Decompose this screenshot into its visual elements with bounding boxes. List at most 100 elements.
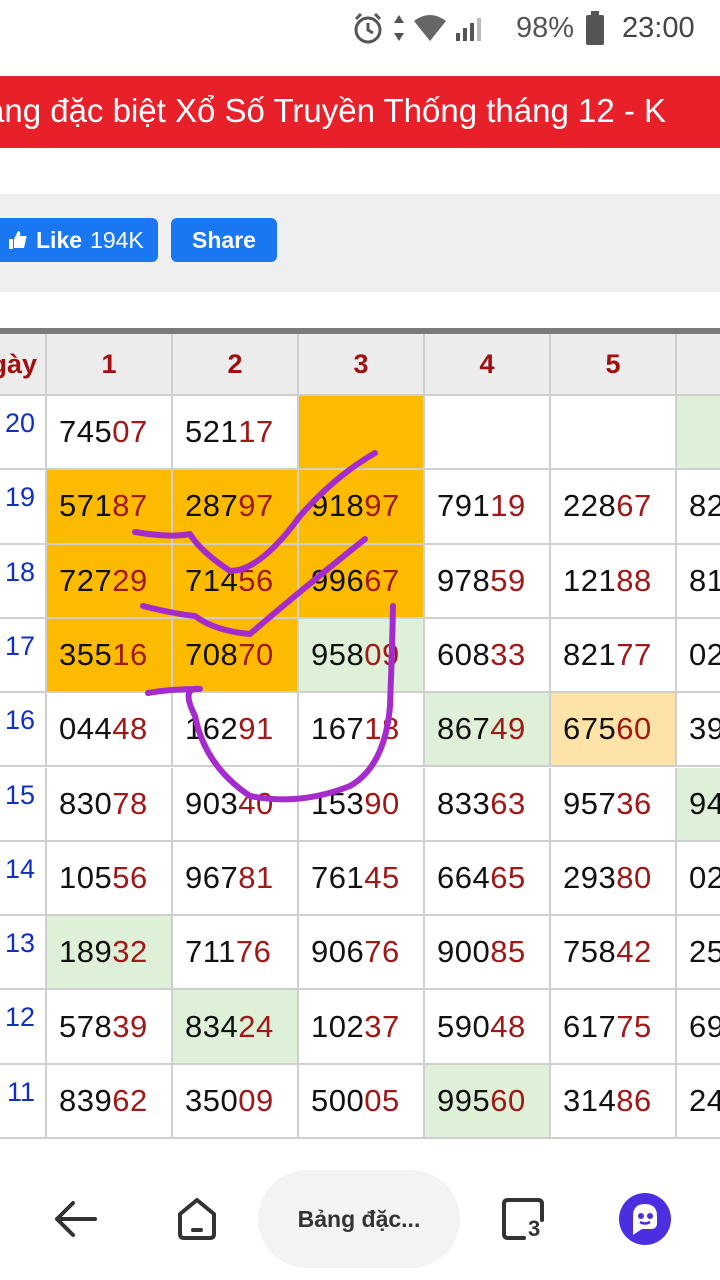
- current-tab-title-button[interactable]: Bảng đặc...: [258, 1170, 460, 1268]
- result-cell[interactable]: [299, 396, 425, 471]
- result-cell[interactable]: 958 09: [299, 618, 425, 694]
- result-cell[interactable]: 839 62: [47, 1064, 173, 1139]
- facebook-like-button[interactable]: Like 194K: [0, 218, 158, 262]
- result-cell[interactable]: 675 60: [551, 693, 677, 768]
- result-cell[interactable]: 102 37: [299, 990, 425, 1065]
- result-cell[interactable]: 727 29: [47, 544, 173, 619]
- alarm-icon: [354, 12, 382, 44]
- assistant-button[interactable]: [610, 1180, 680, 1258]
- result-cell[interactable]: 745 07: [47, 396, 173, 471]
- result-last-two-digits: 77: [616, 637, 652, 673]
- result-cell[interactable]: 761 45: [299, 841, 425, 917]
- result-cell[interactable]: 830 78: [47, 767, 173, 842]
- result-cell[interactable]: 791 19: [425, 470, 551, 545]
- result-cell[interactable]: 608 33: [425, 618, 551, 694]
- row-day-label: 13: [0, 916, 47, 991]
- result-cell[interactable]: 355 16: [47, 618, 173, 694]
- home-button[interactable]: [162, 1180, 232, 1258]
- result-last-two-digits: 09: [364, 637, 400, 673]
- back-button[interactable]: [40, 1180, 110, 1258]
- result-cell[interactable]: [677, 396, 720, 471]
- result-last-two-digits: 48: [112, 711, 148, 747]
- result-cell[interactable]: 590 48: [425, 990, 551, 1065]
- result-digits: 25: [689, 934, 720, 970]
- result-cell[interactable]: 350 09: [173, 1064, 299, 1139]
- result-cell[interactable]: 918 97: [299, 470, 425, 545]
- result-cell[interactable]: 571 87: [47, 470, 173, 545]
- result-cell[interactable]: 81: [677, 545, 720, 619]
- result-digits: 500: [311, 1082, 365, 1118]
- result-cell[interactable]: 708 70: [173, 618, 299, 694]
- result-digits: 571: [59, 488, 113, 524]
- facebook-share-button[interactable]: Share: [171, 218, 277, 262]
- result-cell[interactable]: 617 75: [551, 990, 677, 1065]
- result-digits: 350: [185, 1082, 239, 1118]
- result-digits: 957: [563, 785, 617, 821]
- result-digits: 590: [437, 1008, 491, 1044]
- result-last-two-digits: 56: [112, 859, 148, 895]
- tabs-button[interactable]: 3: [488, 1180, 558, 1258]
- row-day-label: 20: [0, 396, 47, 471]
- result-cell[interactable]: 153 90: [299, 767, 425, 842]
- result-cell[interactable]: [551, 396, 677, 471]
- result-digits: 664: [437, 859, 491, 895]
- result-cell[interactable]: 25: [677, 916, 720, 991]
- result-cell[interactable]: 044 48: [47, 693, 173, 768]
- result-cell[interactable]: 906 76: [299, 916, 425, 991]
- result-cell[interactable]: 94: [677, 767, 720, 842]
- result-cell[interactable]: 02: [677, 842, 720, 917]
- result-cell[interactable]: 121 88: [551, 544, 677, 619]
- result-cell[interactable]: 82: [677, 470, 720, 545]
- column-header-4: 4: [425, 334, 551, 396]
- result-cell[interactable]: 02: [677, 619, 720, 694]
- result-digits: 314: [563, 1082, 617, 1118]
- row-day-label: 14: [0, 841, 47, 917]
- result-last-two-digits: 16: [112, 637, 148, 673]
- result-cell[interactable]: 903 40: [173, 767, 299, 842]
- result-cell[interactable]: 967 81: [173, 841, 299, 917]
- result-cell[interactable]: 957 36: [551, 767, 677, 842]
- like-count: 194K: [90, 226, 144, 253]
- result-cell[interactable]: 162 91: [173, 693, 299, 768]
- result-cell[interactable]: 105 56: [47, 841, 173, 917]
- row-day-label: 12: [0, 990, 47, 1065]
- result-digits: 24: [689, 1082, 720, 1118]
- result-cell[interactable]: 578 39: [47, 990, 173, 1065]
- result-cell[interactable]: 167 18: [299, 693, 425, 768]
- result-cell[interactable]: 24: [677, 1065, 720, 1139]
- status-bar: 98% 23:00: [0, 0, 720, 56]
- result-cell[interactable]: 714 56: [173, 544, 299, 619]
- result-cell[interactable]: 664 65: [425, 841, 551, 917]
- result-cell[interactable]: 39: [677, 693, 720, 768]
- result-cell[interactable]: 293 80: [551, 841, 677, 917]
- column-header-2: 2: [173, 334, 299, 396]
- result-cell[interactable]: 995 60: [425, 1064, 551, 1139]
- result-cell[interactable]: 833 63: [425, 767, 551, 842]
- result-digits: 102: [311, 1008, 365, 1044]
- result-cell[interactable]: 500 05: [299, 1064, 425, 1139]
- result-last-two-digits: 19: [490, 488, 526, 524]
- result-cell[interactable]: 228 67: [551, 470, 677, 545]
- result-last-two-digits: 05: [364, 1082, 400, 1118]
- result-cell[interactable]: 758 42: [551, 916, 677, 991]
- result-cell[interactable]: 189 32: [47, 916, 173, 991]
- result-cell[interactable]: 69: [677, 990, 720, 1065]
- result-cell[interactable]: 978 59: [425, 544, 551, 619]
- result-last-two-digits: 24: [238, 1008, 274, 1044]
- result-digits: 708: [185, 637, 239, 673]
- result-digits: 81: [689, 562, 720, 598]
- result-cell[interactable]: 900 85: [425, 916, 551, 991]
- battery-icon: [586, 11, 604, 45]
- result-cell[interactable]: 834 24: [173, 990, 299, 1065]
- result-last-two-digits: 59: [490, 562, 526, 598]
- result-cell[interactable]: [425, 396, 551, 471]
- result-cell[interactable]: 314 86: [551, 1064, 677, 1139]
- result-cell[interactable]: 996 67: [299, 544, 425, 619]
- result-cell[interactable]: 821 77: [551, 618, 677, 694]
- result-cell[interactable]: 521 17: [173, 396, 299, 471]
- result-cell[interactable]: 711 76: [173, 916, 299, 991]
- result-digits: 617: [563, 1008, 617, 1044]
- result-digits: 044: [59, 711, 113, 747]
- result-cell[interactable]: 287 97: [173, 470, 299, 545]
- result-cell[interactable]: 867 49: [425, 693, 551, 768]
